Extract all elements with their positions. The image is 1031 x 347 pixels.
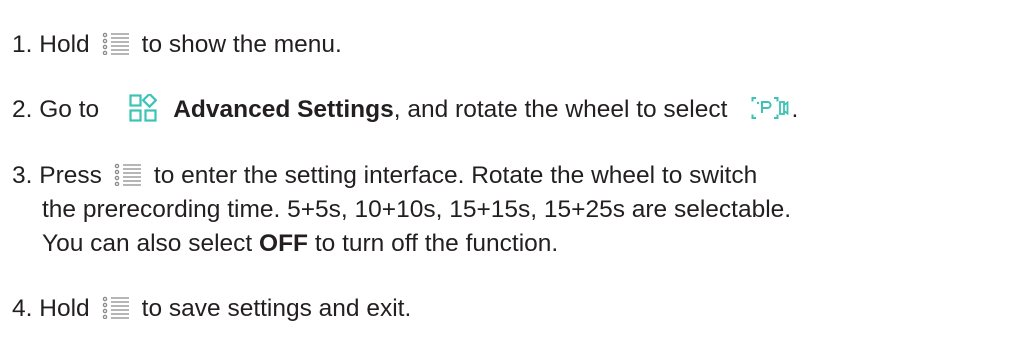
step-number: 2. xyxy=(12,96,33,123)
step-4: 4. Hold to save settings and exit. xyxy=(12,290,411,327)
step-3: 3. Press to enter the setting interface.… xyxy=(12,157,757,194)
step-text: You can also select xyxy=(42,230,253,257)
step-text: the prerecording time. 5+5s, 10+10s, 15+… xyxy=(42,196,792,223)
step-text: to save settings and exit. xyxy=(141,295,412,322)
prerecord-icon xyxy=(751,96,789,120)
step-3-line-2: the prerecording time. 5+5s, 10+10s, 15+… xyxy=(42,191,791,228)
off-label: OFF xyxy=(259,230,309,257)
step-text: Hold xyxy=(39,31,90,58)
advanced-settings-icon xyxy=(129,93,158,122)
step-text: . xyxy=(791,96,799,123)
step-text: , and rotate the wheel to select xyxy=(393,96,728,123)
step-number: 4. xyxy=(12,295,33,322)
step-2: 2. Go to Advanced Settings, and rotate t… xyxy=(12,91,798,128)
step-number: 3. xyxy=(12,162,33,189)
step-1: 1. Hold to show the menu. xyxy=(12,26,342,63)
step-text: to turn off the function. xyxy=(314,230,559,257)
step-text: Go to xyxy=(39,96,100,123)
advanced-settings-label: Advanced Settings xyxy=(173,96,394,123)
menu-icon xyxy=(102,295,130,319)
step-text: Hold xyxy=(39,295,90,322)
menu-icon xyxy=(102,31,130,55)
step-text: Press xyxy=(39,162,102,189)
step-number: 1. xyxy=(12,31,33,58)
menu-icon xyxy=(114,162,142,186)
step-text: to show the menu. xyxy=(141,31,342,58)
step-text: to enter the setting interface. Rotate t… xyxy=(153,162,758,189)
step-3-line-3: You can also select OFF to turn off the … xyxy=(42,225,558,262)
